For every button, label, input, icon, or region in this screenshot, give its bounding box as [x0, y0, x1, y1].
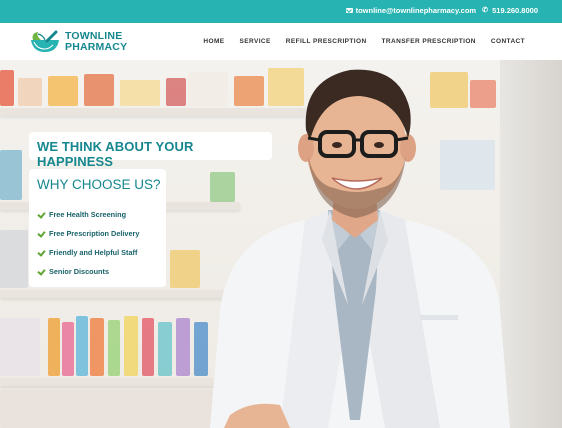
checkmark-icon — [37, 268, 45, 276]
product — [0, 230, 28, 288]
mortar-pestle-icon — [31, 30, 59, 52]
logo-line-2: PHARMACY — [65, 41, 128, 53]
product — [194, 322, 208, 376]
reason-label: Friendly and Helpful Staff — [49, 248, 138, 257]
tagline: WE THINK ABOUT YOUR HAPPINESS — [37, 139, 194, 169]
email-text[interactable]: townline@townlinepharmacy.com — [356, 6, 477, 15]
phone-link[interactable]: ✆ 519.260.8000 — [482, 6, 538, 15]
product — [176, 318, 190, 376]
product — [170, 250, 200, 288]
logo-text: TOWNLINE PHARMACY — [65, 31, 127, 53]
product — [120, 80, 160, 106]
product — [0, 318, 40, 376]
list-item: Friendly and Helpful Staff — [37, 243, 139, 262]
nav-home[interactable]: HOME — [203, 38, 224, 45]
reason-label: Free Health Screening — [49, 210, 127, 219]
contact-info: townline@townlinepharmacy.com ✆ 519.260.… — [345, 6, 538, 15]
pharmacist-photo — [210, 69, 510, 428]
why-choose-us-card: WHY CHOOSE US? Free Health Screening Fre… — [29, 169, 166, 287]
nav-contact[interactable]: CONTACT — [491, 38, 525, 45]
top-contact-bar: townline@townlinepharmacy.com ✆ 519.260.… — [0, 0, 562, 23]
checkmark-icon — [37, 211, 45, 219]
checkmark-icon — [37, 230, 45, 238]
email-link[interactable]: townline@townlinepharmacy.com — [345, 6, 477, 15]
list-item: Free Health Screening — [37, 205, 139, 224]
product — [142, 318, 154, 376]
why-choose-us-heading: WHY CHOOSE US? — [37, 177, 161, 192]
reason-label: Free Prescription Delivery — [49, 229, 140, 238]
shelf — [0, 378, 230, 386]
nav-transfer-prescription[interactable]: TRANSFER PRESCRIPTION — [382, 38, 476, 45]
product — [0, 390, 220, 428]
product — [62, 322, 74, 376]
checkmark-icon — [37, 249, 45, 257]
hero-banner: WE THINK ABOUT YOUR HAPPINESS WHY CHOOSE… — [0, 60, 562, 428]
product — [166, 78, 186, 106]
nav-refill-prescription[interactable]: REFILL PRESCRIPTION — [286, 38, 367, 45]
product — [0, 150, 22, 200]
product — [76, 316, 88, 376]
phone-text[interactable]: 519.260.8000 — [492, 6, 538, 15]
product — [108, 320, 120, 376]
product — [48, 76, 78, 106]
product — [48, 318, 60, 376]
product — [0, 70, 14, 106]
product — [84, 74, 114, 106]
reason-label: Senior Discounts — [49, 267, 110, 276]
tagline-card: WE THINK ABOUT YOUR HAPPINESS — [29, 132, 272, 169]
main-nav: HOME SERVICE REFILL PRESCRIPTION TRANSFE… — [203, 38, 525, 45]
product — [90, 318, 104, 376]
logo[interactable]: TOWNLINE PHARMACY — [29, 30, 127, 54]
reasons-list: Free Health Screening Free Prescription … — [37, 205, 139, 281]
list-item: Senior Discounts — [37, 262, 139, 281]
site-header: TOWNLINE PHARMACY HOME SERVICE REFILL PR… — [0, 23, 562, 60]
product — [158, 322, 172, 376]
shelf — [0, 290, 240, 298]
nav-service[interactable]: SERVICE — [240, 38, 271, 45]
list-item: Free Prescription Delivery — [37, 224, 139, 243]
envelope-icon — [345, 8, 353, 13]
product — [124, 316, 138, 376]
phone-icon: ✆ — [482, 7, 488, 14]
product — [18, 78, 42, 106]
